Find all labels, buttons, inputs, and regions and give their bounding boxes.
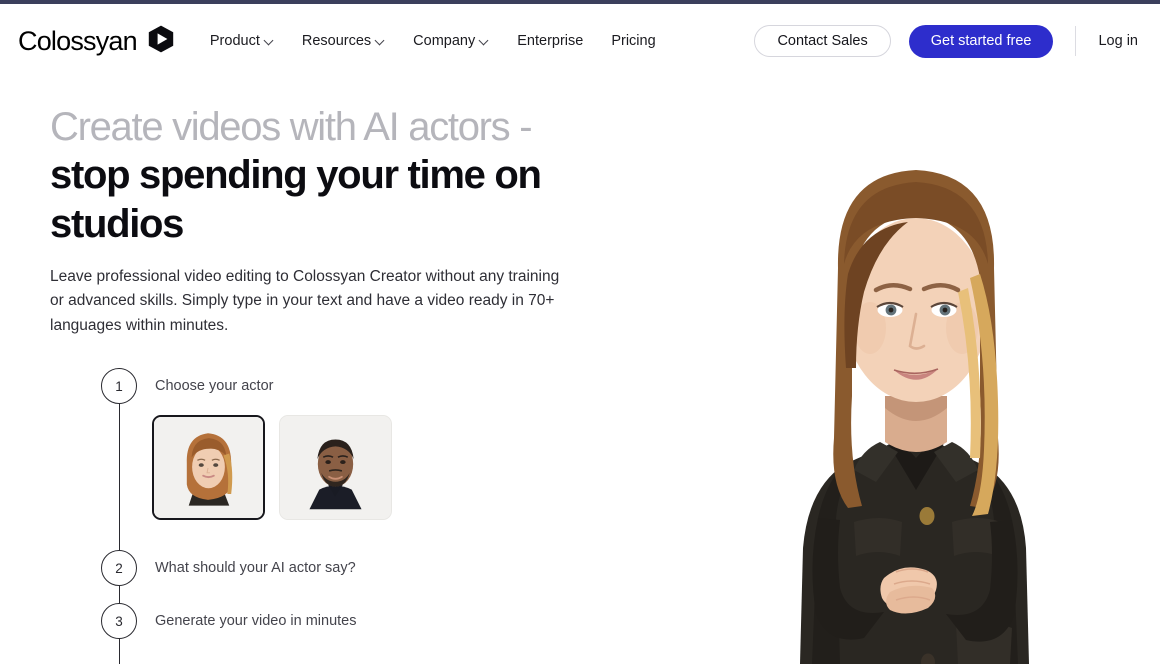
hero-paragraph: Leave professional video editing to Colo… — [50, 267, 560, 334]
actor-picker — [50, 415, 640, 521]
brand-logo[interactable]: Colossyan — [18, 24, 176, 59]
login-link[interactable]: Log in — [1098, 33, 1138, 49]
nav-item-enterprise[interactable]: Enterprise — [517, 33, 583, 49]
nav-item-pricing[interactable]: Pricing — [611, 33, 655, 49]
hero-section: Create videos with AI actors - stop spen… — [0, 78, 1160, 664]
site-header: Colossyan Product Resources Company Ente… — [0, 4, 1160, 78]
nav-item-product[interactable]: Product — [210, 33, 274, 49]
nav-item-label: Company — [413, 33, 476, 49]
timeline-tail — [50, 639, 640, 664]
nav-item-label: Product — [209, 33, 260, 49]
chevron-down-icon — [376, 36, 385, 45]
step-label: Choose your actor — [155, 378, 274, 395]
primary-navigation: Product Resources Company Enterprise Pri… — [210, 33, 656, 49]
nav-item-label: Pricing — [611, 33, 656, 49]
hero-copy-column: Create videos with AI actors - stop spen… — [0, 78, 640, 664]
nav-item-label: Resources — [301, 33, 372, 49]
contact-sales-button[interactable]: Contact Sales — [754, 25, 891, 57]
actor-thumbnail-female[interactable] — [152, 415, 265, 521]
chevron-down-icon — [480, 36, 489, 45]
nav-item-resources[interactable]: Resources — [302, 33, 385, 49]
step-number-badge: 1 — [101, 368, 137, 405]
brand-name: Colossyan — [18, 25, 138, 56]
step-label: Generate your video in minutes — [155, 613, 357, 630]
chevron-down-icon — [265, 36, 274, 45]
step-number-badge: 2 — [101, 550, 137, 587]
page-title: Create videos with AI actors - stop spen… — [50, 104, 640, 249]
hexagon-play-icon — [146, 24, 176, 59]
nav-item-label: Enterprise — [517, 33, 584, 49]
get-started-free-button[interactable]: Get started free — [908, 24, 1054, 58]
hero-presenter-image — [640, 78, 1160, 664]
step-item-3: 3 Generate your video in minutes — [50, 603, 640, 640]
header-actions: Contact Sales Get started free Log in — [754, 4, 1138, 78]
actor-thumbnail-male[interactable] — [279, 415, 392, 521]
step-label: What should your AI actor say? — [155, 560, 356, 577]
header-divider — [1075, 26, 1077, 56]
steps-timeline: 1 Choose your actor 2 What should your A… — [50, 368, 640, 664]
headline-line-2: stop spending your time on studios — [50, 153, 542, 246]
step-item-2: 2 What should your AI actor say? — [50, 550, 640, 587]
nav-item-company[interactable]: Company — [413, 33, 489, 49]
step-item-1: 1 Choose your actor — [50, 368, 640, 405]
headline-line-1: Create videos with AI actors - — [50, 105, 533, 149]
step-number-badge: 3 — [101, 603, 137, 640]
